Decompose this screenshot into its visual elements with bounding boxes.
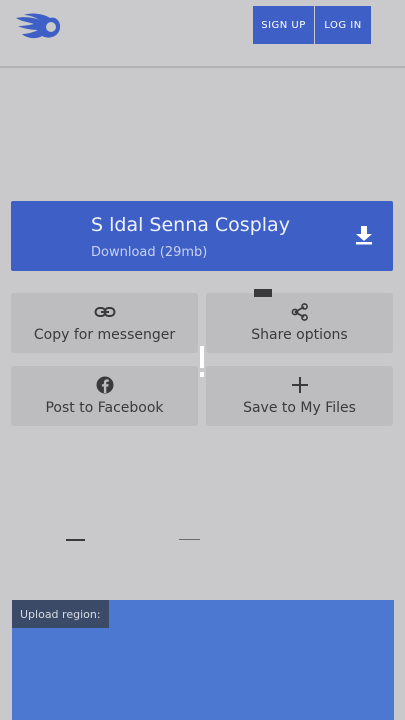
link-icon [94,307,115,317]
post-to-facebook-label: Post to Facebook [45,400,164,416]
upload-region-label: Upload region: [12,600,109,628]
copy-for-messenger-button[interactable]: Copy for messenger [11,293,198,353]
log-in-button[interactable]: LOG IN [315,6,371,44]
page: SIGN UP LOG IN S ldal Senna Cosplay Down… [0,0,405,720]
cursor-mark [200,346,204,368]
save-to-my-files-button[interactable]: Save to My Files [206,366,393,426]
cursor-mark-dot [200,372,204,377]
top-header: SIGN UP LOG IN [0,0,405,68]
post-to-facebook-button[interactable]: Post to Facebook [11,366,198,426]
download-size-label: Download (29mb) [91,245,208,260]
save-to-my-files-label: Save to My Files [243,400,356,416]
share-icon [291,303,308,321]
divider-mark-right [179,539,200,540]
divider-mark-left [66,539,85,541]
sign-up-button[interactable]: SIGN UP [253,6,314,44]
plus-icon [291,377,308,393]
copy-for-messenger-label: Copy for messenger [33,327,176,343]
share-options-button[interactable]: Share options [206,293,393,353]
upload-region[interactable]: Upload region: [12,600,394,720]
download-button[interactable]: S ldal Senna Cosplay Download (29mb) [11,201,393,271]
download-icon [356,226,372,245]
mediafire-flame-icon[interactable] [14,12,62,40]
facebook-icon [96,376,113,394]
overlay-mark [254,289,272,297]
file-title: S ldal Senna Cosplay [91,214,290,236]
share-options-label: Share options [251,327,348,343]
